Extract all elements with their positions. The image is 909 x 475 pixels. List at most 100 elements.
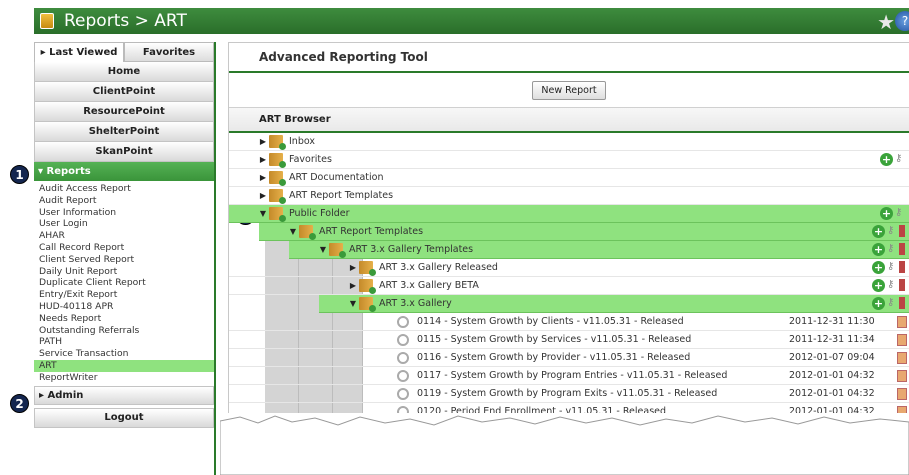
view-report-icon[interactable] bbox=[397, 333, 409, 346]
delete-icon[interactable] bbox=[899, 297, 905, 309]
report-row[interactable]: 0114 - System Growth by Clients - v11.05… bbox=[229, 313, 909, 331]
art-browser-tree: ▶ Inbox ▶ Favorites + ⚷ ▶ ART Documentation ▶ ART… bbox=[229, 133, 909, 421]
row-actions: + ⚷ bbox=[872, 243, 905, 256]
sidebar-report-outstanding-referrals[interactable]: Outstanding Referrals bbox=[39, 325, 214, 337]
permissions-key-icon[interactable]: ⚷ bbox=[887, 261, 897, 274]
sidebar-report-needs[interactable]: Needs Report bbox=[39, 313, 214, 325]
report-row[interactable]: 0115 - System Growth by Services - v11.0… bbox=[229, 331, 909, 349]
sidebar-report-ahar[interactable]: AHAR bbox=[39, 230, 214, 242]
sidebar-report-user-information[interactable]: User Information bbox=[39, 207, 214, 219]
folder-icon bbox=[329, 243, 346, 258]
add-icon[interactable]: + bbox=[872, 297, 885, 310]
tab-favorites[interactable]: Favorites bbox=[124, 42, 214, 62]
sidebar-report-path[interactable]: PATH bbox=[39, 336, 214, 348]
sidebar-report-service-transaction[interactable]: Service Transaction bbox=[39, 348, 214, 360]
sidebar-report-call-record[interactable]: Call Record Report bbox=[39, 242, 214, 254]
collapse-arrow-icon[interactable]: ▼ bbox=[347, 299, 359, 308]
folder-label: ART Report Templates bbox=[319, 226, 424, 237]
app-logo-icon bbox=[40, 13, 54, 29]
tree-folder-row[interactable]: ▶ Favorites + ⚷ bbox=[229, 151, 909, 169]
sidebar-report-entry-exit[interactable]: Entry/Exit Report bbox=[39, 289, 214, 301]
sidebar-report-art[interactable]: ART bbox=[34, 359, 214, 372]
collapse-arrow-icon[interactable]: ▼ bbox=[257, 209, 269, 218]
delete-icon[interactable] bbox=[899, 225, 905, 237]
tree-folder-row[interactable]: ▼ ART Report Templates + ⚷ bbox=[259, 223, 909, 241]
tree-folder-row[interactable]: ▼ Public Folder + ⚷ bbox=[229, 205, 909, 223]
permissions-key-icon[interactable]: ⚷ bbox=[887, 279, 897, 292]
expand-arrow-icon[interactable]: ▶ bbox=[347, 263, 359, 272]
folder-label: ART 3.x Gallery Templates bbox=[349, 244, 474, 255]
nav-home[interactable]: Home bbox=[34, 62, 214, 82]
report-file-icon[interactable] bbox=[897, 351, 907, 364]
delete-icon[interactable] bbox=[899, 279, 905, 291]
add-icon[interactable]: + bbox=[880, 153, 893, 166]
report-file-icon[interactable] bbox=[897, 315, 907, 328]
add-icon[interactable]: + bbox=[872, 279, 885, 292]
add-icon[interactable]: + bbox=[880, 207, 893, 220]
report-list: Audit Access Report Audit Report User In… bbox=[34, 181, 214, 386]
report-name: 0115 - System Growth by Services - v11.0… bbox=[417, 334, 692, 345]
tree-folder-row[interactable]: ▶ Inbox bbox=[229, 133, 909, 151]
report-date: 2012-01-07 09:04 bbox=[789, 352, 875, 363]
report-file-icon[interactable] bbox=[897, 387, 907, 400]
add-icon[interactable]: + bbox=[872, 225, 885, 238]
tree-folder-row[interactable]: ▶ ART 3.x Gallery Released + ⚷ bbox=[229, 259, 909, 277]
expand-arrow-icon[interactable]: ▶ bbox=[257, 173, 269, 182]
report-file-icon[interactable] bbox=[897, 333, 907, 346]
tab-last-viewed[interactable]: ▸ Last Viewed bbox=[34, 42, 124, 62]
tree-folder-row[interactable]: ▼ ART 3.x Gallery Templates + ⚷ bbox=[289, 241, 909, 259]
sidebar-report-duplicate-client[interactable]: Duplicate Client Report bbox=[39, 277, 214, 289]
permissions-key-icon[interactable]: ⚷ bbox=[895, 153, 905, 166]
permissions-key-icon[interactable]: ⚷ bbox=[887, 297, 897, 310]
expand-arrow-icon[interactable]: ▶ bbox=[257, 191, 269, 200]
delete-icon[interactable] bbox=[899, 243, 905, 255]
permissions-key-icon[interactable]: ⚷ bbox=[895, 207, 905, 220]
help-icon[interactable]: ? bbox=[895, 11, 909, 31]
callout-1: 1 bbox=[10, 165, 29, 184]
sidebar-report-daily-unit[interactable]: Daily Unit Report bbox=[39, 266, 214, 278]
tree-folder-row[interactable]: ▶ ART Report Templates bbox=[229, 187, 909, 205]
folder-label: Public Folder bbox=[289, 208, 350, 219]
collapse-arrow-icon[interactable]: ▼ bbox=[317, 245, 329, 254]
delete-icon[interactable] bbox=[899, 261, 905, 273]
tree-folder-row[interactable]: ▶ ART Documentation bbox=[229, 169, 909, 187]
nav-section-reports[interactable]: ▾ Reports bbox=[34, 162, 214, 181]
view-report-icon[interactable] bbox=[397, 387, 409, 400]
permissions-key-icon[interactable]: ⚷ bbox=[887, 225, 897, 238]
new-report-button[interactable]: New Report bbox=[532, 80, 606, 100]
nav-clientpoint[interactable]: ClientPoint bbox=[34, 82, 214, 102]
logout-button[interactable]: Logout bbox=[34, 407, 214, 428]
sidebar-report-audit[interactable]: Audit Report bbox=[39, 195, 214, 207]
report-row[interactable]: 0119 - System Growth by Program Exits - … bbox=[229, 385, 909, 403]
folder-label: ART 3.x Gallery Released bbox=[379, 262, 498, 273]
expand-arrow-icon[interactable]: ▶ bbox=[257, 137, 269, 146]
callout-2: 2 bbox=[10, 394, 29, 413]
add-icon[interactable]: + bbox=[872, 243, 885, 256]
nav-skanpoint[interactable]: SkanPoint bbox=[34, 142, 214, 162]
sidebar-report-reportwriter[interactable]: ReportWriter bbox=[39, 372, 214, 384]
sidebar-report-client-served[interactable]: Client Served Report bbox=[39, 254, 214, 266]
view-report-icon[interactable] bbox=[397, 351, 409, 364]
report-file-icon[interactable] bbox=[897, 369, 907, 382]
sidebar-report-audit-access[interactable]: Audit Access Report bbox=[39, 183, 214, 195]
expand-arrow-icon[interactable]: ▶ bbox=[347, 281, 359, 290]
sidebar-report-user-login[interactable]: User Login bbox=[39, 218, 214, 230]
nav-section-admin[interactable]: ▸ Admin bbox=[34, 385, 214, 405]
tree-folder-row[interactable]: ▶ ART 3.x Gallery BETA + ⚷ bbox=[229, 277, 909, 295]
folder-icon bbox=[359, 261, 376, 276]
sidebar-report-hud-apr[interactable]: HUD-40118 APR bbox=[39, 301, 214, 313]
nav-shelterpoint[interactable]: ShelterPoint bbox=[34, 122, 214, 142]
sidebar: ▸ Last Viewed Favorites Home ClientPoint… bbox=[34, 42, 216, 475]
collapse-arrow-icon[interactable]: ▼ bbox=[287, 227, 299, 236]
expand-arrow-icon[interactable]: ▶ bbox=[257, 155, 269, 164]
view-report-icon[interactable] bbox=[397, 369, 409, 382]
nav-resourcepoint[interactable]: ResourcePoint bbox=[34, 102, 214, 122]
permissions-key-icon[interactable]: ⚷ bbox=[887, 243, 897, 256]
favorite-star-icon[interactable]: ★ bbox=[877, 10, 895, 34]
report-row[interactable]: 0116 - System Growth by Provider - v11.0… bbox=[229, 349, 909, 367]
add-icon[interactable]: + bbox=[872, 261, 885, 274]
report-row[interactable]: 0117 - System Growth by Program Entries … bbox=[229, 367, 909, 385]
art-browser-header: ART Browser bbox=[229, 107, 909, 133]
view-report-icon[interactable] bbox=[397, 315, 409, 328]
tree-folder-row[interactable]: ▼ ART 3.x Gallery + ⚷ bbox=[319, 295, 909, 313]
